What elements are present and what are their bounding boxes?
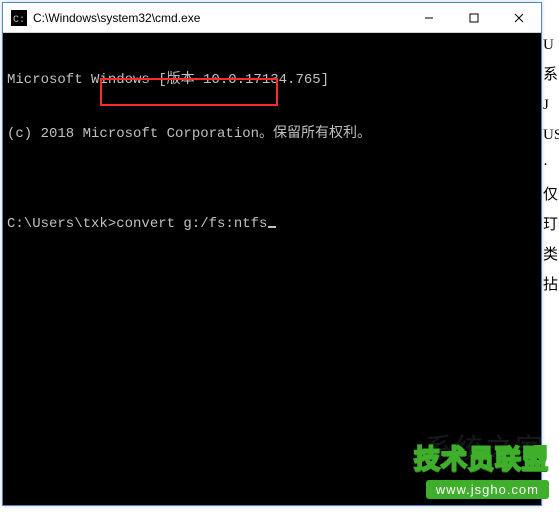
terminal-prompt-line: C:\Users\txk>convert g:/fs:ntfs	[7, 215, 537, 233]
background-char: 玎	[543, 210, 559, 240]
background-char: ·	[543, 150, 559, 180]
background-char: 拈	[543, 270, 559, 300]
background-char: 类	[543, 240, 559, 270]
svg-text:C:: C:	[13, 15, 25, 26]
title-bar[interactable]: C: C:\Windows\system32\cmd.exe	[3, 3, 541, 33]
close-button[interactable]	[496, 3, 541, 32]
minimize-button[interactable]	[406, 3, 451, 32]
background-char: U	[543, 30, 559, 60]
background-char: 仅	[543, 180, 559, 210]
command-text: convert g:/fs:ntfs	[116, 216, 267, 232]
window-title: C:\Windows\system32\cmd.exe	[33, 11, 406, 25]
background-char: 系	[543, 60, 559, 90]
window-controls	[406, 3, 541, 32]
terminal-cursor	[268, 226, 276, 228]
background-text-fragments: U系JUS·仅玎类拈	[543, 30, 559, 300]
cmd-window: C: C:\Windows\system32\cmd.exe	[2, 2, 542, 506]
maximize-button[interactable]	[451, 3, 496, 32]
background-char: US	[543, 120, 559, 150]
background-char: J	[543, 90, 559, 120]
cmd-icon: C:	[11, 10, 27, 26]
terminal-line-version: Microsoft Windows [版本 10.0.17134.765]	[7, 71, 537, 89]
prompt-text: C:\Users\txk>	[7, 216, 116, 232]
terminal-line-copyright: (c) 2018 Microsoft Corporation。保留所有权利。	[7, 125, 537, 143]
terminal-area[interactable]: Microsoft Windows [版本 10.0.17134.765] (c…	[3, 33, 541, 505]
